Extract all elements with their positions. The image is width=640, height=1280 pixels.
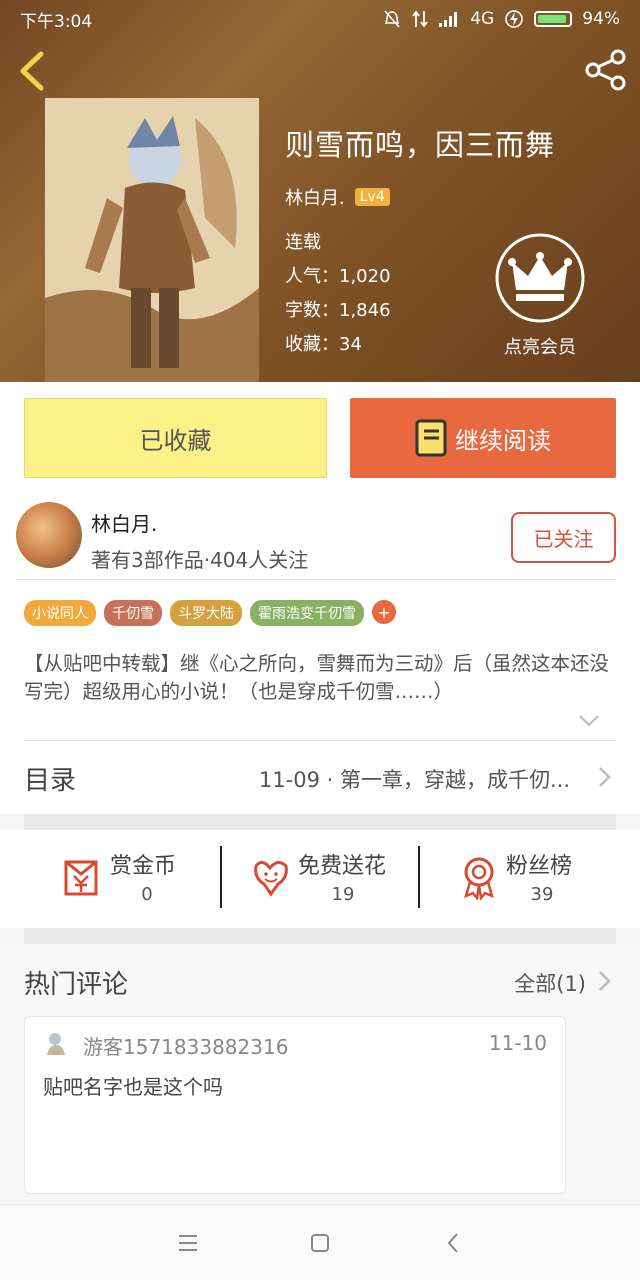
stats-row: 赏金币 0 免费送花 19 粉丝榜 39 xyxy=(0,830,640,928)
tag-list: 小说同人 千仞雪 斗罗大陆 霍雨浩变千仞雪 + xyxy=(24,600,396,626)
add-tag-button[interactable]: + xyxy=(372,600,396,624)
stat-label: 免费送花 xyxy=(298,854,387,879)
book-description: 【从贴吧中转载】继《心之所向，雪舞而为三动》后（虽然这本还没写完）超级用心的小说… xyxy=(24,652,610,703)
battery-percent: 94% xyxy=(582,9,620,29)
divider xyxy=(16,579,616,580)
tip-coins-stat[interactable]: 赏金币 0 xyxy=(60,848,200,912)
all-comments-link[interactable]: 全部(1) xyxy=(514,968,586,998)
back-nav-icon[interactable] xyxy=(442,1231,466,1255)
charging-icon xyxy=(505,10,524,28)
stat-value: 19 xyxy=(331,884,355,905)
chevron-down-icon[interactable] xyxy=(578,714,600,728)
divider xyxy=(418,846,420,908)
latest-chapter: 11-09 · 第一章，穿越，成千仞... xyxy=(258,768,570,792)
divider xyxy=(220,846,222,908)
author-name[interactable]: 林白月. xyxy=(91,508,157,537)
stat-value: 0 xyxy=(141,884,153,905)
stat-label: 粉丝榜 xyxy=(506,854,573,879)
comments-title: 热门评论 xyxy=(24,970,129,1000)
stat-label: 赏金币 xyxy=(110,854,177,879)
chevron-right-icon[interactable] xyxy=(598,970,612,992)
chevron-right-icon xyxy=(599,767,611,787)
favorited-button[interactable]: 已收藏 xyxy=(24,398,327,478)
cover-illustration xyxy=(45,98,259,382)
book-icon xyxy=(415,419,447,457)
menu-icon[interactable] xyxy=(176,1231,200,1255)
tag[interactable]: 千仞雪 xyxy=(104,600,162,626)
fan-ranking-stat[interactable]: 粉丝榜 39 xyxy=(456,848,596,912)
catalog-row[interactable]: 目录 11-09 · 第一章，穿越，成千仞... xyxy=(0,740,640,814)
comment-date: 11-10 xyxy=(488,1031,547,1055)
flower-icon xyxy=(254,861,288,897)
avatar[interactable] xyxy=(16,502,82,568)
award-ribbon-icon xyxy=(464,857,494,900)
hot-comments-section: 热门评论 全部(1) 游客1571833882316 11-10 贴吧名字也是这… xyxy=(0,944,640,1204)
status-time: 下午3:04 xyxy=(20,11,93,32)
guest-avatar-icon xyxy=(47,1033,65,1055)
stat-value: 39 xyxy=(530,884,554,905)
tag[interactable]: 小说同人 xyxy=(24,600,96,626)
follow-button[interactable]: 已关注 xyxy=(511,512,616,563)
book-author[interactable]: 林白月. xyxy=(285,184,345,210)
section-separator xyxy=(24,814,616,830)
signal-icon xyxy=(439,12,458,27)
action-bar: 已收藏 继续阅读 xyxy=(0,382,640,492)
status-bar: 下午3:04 4G 94% xyxy=(0,0,640,38)
system-nav-bar xyxy=(0,1204,640,1280)
book-cover[interactable] xyxy=(45,98,259,382)
mute-icon xyxy=(384,10,400,28)
crown-icon[interactable] xyxy=(494,232,586,324)
author-stats: 著有3部作品·404人关注 xyxy=(91,548,309,572)
back-button[interactable] xyxy=(14,50,50,92)
section-separator xyxy=(24,928,616,944)
battery-icon xyxy=(534,11,573,27)
red-envelope-yen-icon xyxy=(64,860,98,896)
home-icon[interactable] xyxy=(308,1231,332,1255)
comment-card[interactable]: 游客1571833882316 11-10 贴吧名字也是这个吗 xyxy=(24,1016,566,1194)
book-author-row: 林白月. Lv4 xyxy=(285,184,555,210)
divider xyxy=(24,740,616,741)
continue-reading-button[interactable]: 继续阅读 xyxy=(350,398,616,478)
send-flowers-stat[interactable]: 免费送花 19 xyxy=(248,848,408,912)
network-type: 4G xyxy=(470,9,495,29)
comment-text: 贴吧名字也是这个吗 xyxy=(43,1075,223,1099)
share-button[interactable] xyxy=(584,48,628,92)
comment-user[interactable]: 游客1571833882316 xyxy=(83,1031,288,1060)
book-header: 下午3:04 4G 94% 则雪而鸣，因三而舞 林白月. Lv4 连载 人气：1… xyxy=(0,0,640,382)
continue-reading-label: 继续阅读 xyxy=(455,426,551,455)
data-transfer-icon xyxy=(412,10,428,28)
level-badge: Lv4 xyxy=(354,188,390,206)
vip-label[interactable]: 点亮会员 xyxy=(480,333,600,359)
book-title: 则雪而鸣，因三而舞 xyxy=(285,128,556,162)
author-section: 林白月. 著有3部作品·404人关注 已关注 小说同人 千仞雪 斗罗大陆 霍雨浩… xyxy=(0,492,640,740)
tag[interactable]: 斗罗大陆 xyxy=(170,600,242,626)
catalog-title: 目录 xyxy=(24,766,77,796)
tag[interactable]: 霍雨浩变千仞雪 xyxy=(250,600,364,626)
